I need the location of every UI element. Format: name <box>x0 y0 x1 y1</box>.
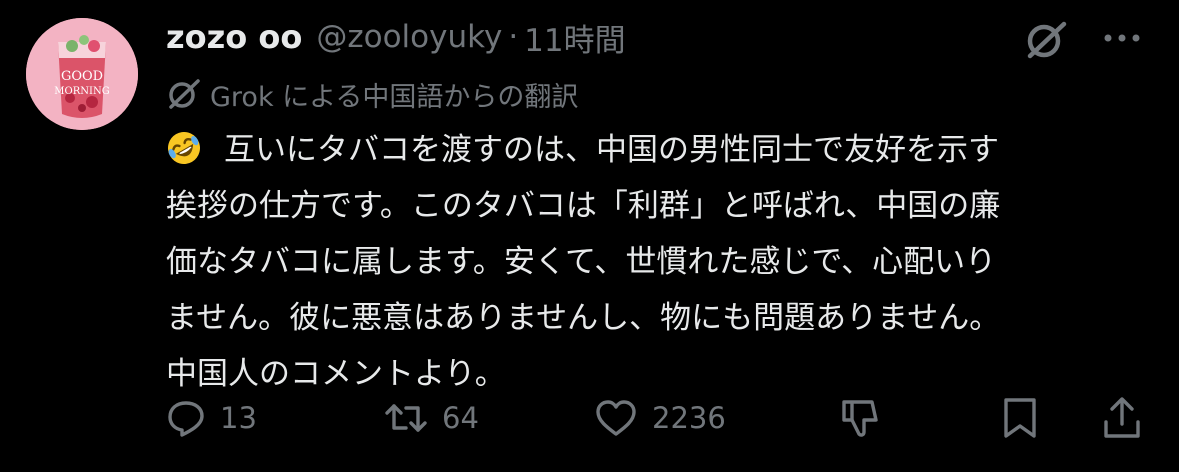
translation-text: Grok による中国語からの翻訳 <box>210 81 579 113</box>
share-icon <box>1104 397 1140 438</box>
rolling-laughing-emoji-icon <box>168 132 200 164</box>
body-line: 互いにタバコを渡すのは、中国の男性同士で友好を示す <box>166 122 1166 178</box>
body-line-2: 挨拶の仕方です。このタバコは「利群」と呼ばれ、中国の廉 <box>166 188 1001 224</box>
avatar[interactable]: GOOD MORNING <box>26 18 138 130</box>
share-button[interactable] <box>1102 392 1142 444</box>
like-button[interactable]: 2236 <box>594 392 726 444</box>
post-timestamp[interactable]: 11時間 <box>524 15 625 60</box>
grok-icon[interactable] <box>1024 18 1068 62</box>
body-line-1: 互いにタバコを渡すのは、中国の男性同士で友好を示す <box>224 132 999 168</box>
thumbs-down-icon <box>842 400 878 437</box>
reply-button[interactable]: 13 <box>166 392 257 444</box>
bookmark-button[interactable] <box>1000 392 1040 444</box>
post-body: 互いにタバコを渡すのは、中国の男性同士で友好を示す 挨拶の仕方です。このタバコは… <box>166 122 1166 402</box>
heart-icon <box>596 400 636 436</box>
author-display-name[interactable]: zozo oo <box>166 18 302 56</box>
repost-count: 64 <box>442 401 479 435</box>
reply-count: 13 <box>220 401 257 435</box>
repost-icon <box>385 404 427 432</box>
translation-label[interactable]: Grok による中国語からの翻訳 <box>166 74 578 114</box>
post-header: zozo oo @zooloyuky · 11時間 <box>166 14 626 60</box>
grok-translate-icon <box>169 79 200 109</box>
body-line-4: ません。彼に悪意はありませんし、物にも問題ありません。 <box>166 300 1001 336</box>
bookmark-icon <box>1004 398 1036 438</box>
reply-icon <box>168 401 204 437</box>
action-bar: 13 64 2236 <box>166 392 1146 444</box>
like-count: 2236 <box>652 401 726 435</box>
header-separator: · <box>508 19 519 55</box>
author-handle[interactable]: @zooloyuky <box>316 19 502 55</box>
repost-button[interactable]: 64 <box>384 392 479 444</box>
more-icon[interactable] <box>1100 20 1144 56</box>
post: GOOD MORNING zozo oo @zooloyuky · 11時間 G… <box>0 0 1179 472</box>
avatar-text-line2: MORNING <box>54 86 109 97</box>
body-line-3: 価なタバコに属します。安くて、世慣れた感じで、心配いり <box>166 244 997 280</box>
avatar-image: GOOD MORNING <box>26 18 138 130</box>
avatar-text-line1: GOOD <box>61 69 103 84</box>
dislike-button[interactable] <box>838 392 882 444</box>
